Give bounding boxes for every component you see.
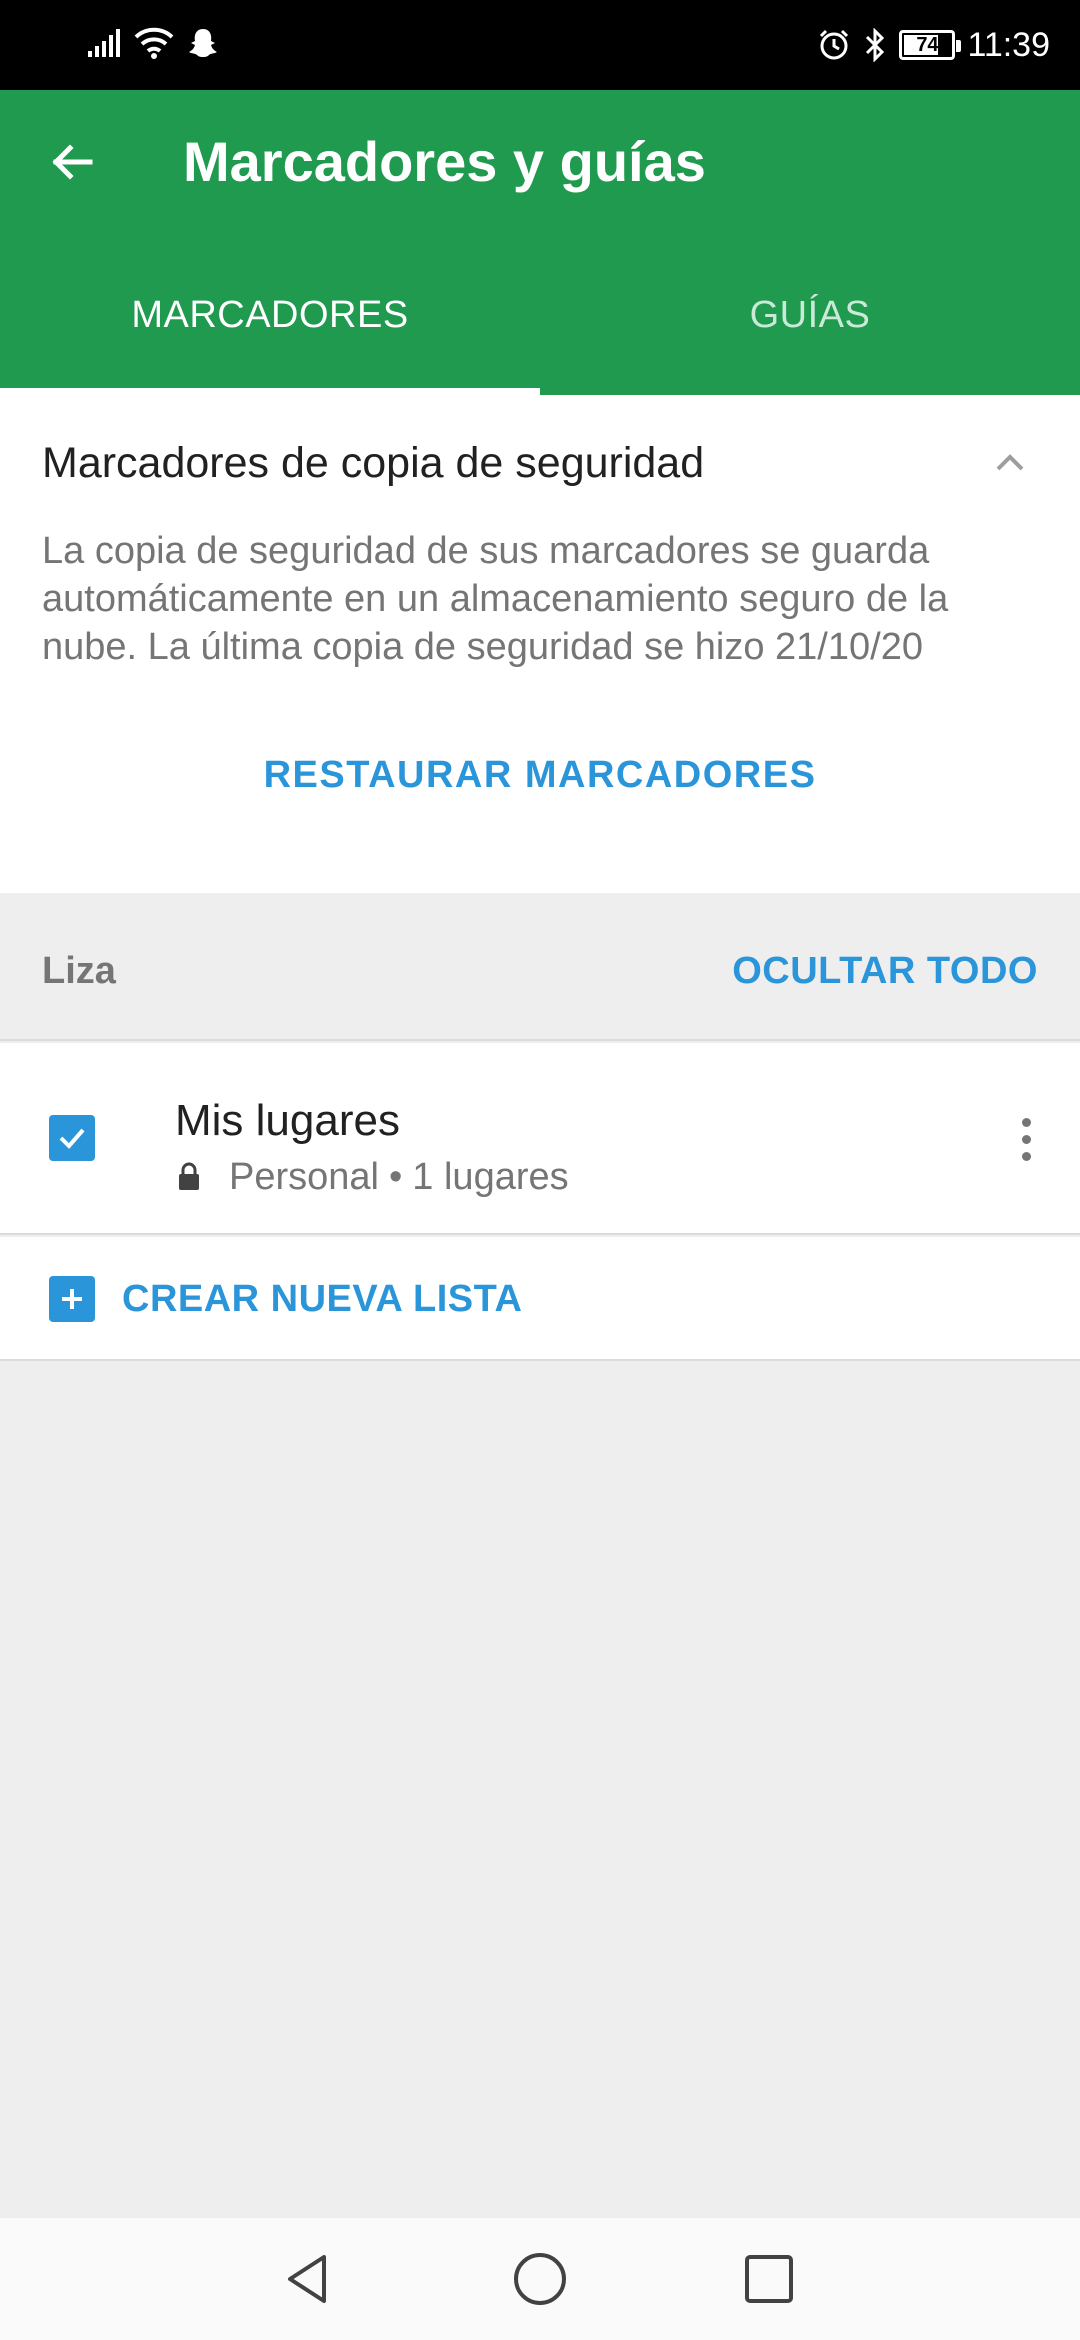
nav-back-button[interactable] xyxy=(275,2246,341,2312)
battery-icon: 74 xyxy=(899,30,962,60)
arrow-back-icon xyxy=(52,144,93,180)
collapse-button[interactable] xyxy=(990,443,1030,483)
more-options-button[interactable] xyxy=(996,1103,1056,1175)
nav-home-button[interactable] xyxy=(507,2246,573,2312)
restore-bookmarks-button[interactable]: RESTAURAR MARCADORES xyxy=(0,735,1080,815)
wifi-icon xyxy=(134,27,174,59)
list-count: 1 lugares xyxy=(412,1156,569,1198)
alarm-icon xyxy=(820,29,849,60)
backup-card: Marcadores de copia de seguridad La copi… xyxy=(0,395,1080,893)
tab-marcadores[interactable]: MARCADORES xyxy=(0,290,540,395)
bluetooth-icon xyxy=(866,28,885,62)
system-nav-bar xyxy=(0,2218,1080,2340)
status-time: 11:39 xyxy=(967,26,1050,64)
backup-description: La copia de seguridad de sus marcadores … xyxy=(42,530,949,668)
nav-home-icon xyxy=(514,2253,566,2305)
page-title: Marcadores y guías xyxy=(183,130,706,193)
snapchat-icon xyxy=(189,29,217,57)
plus-icon xyxy=(62,1289,82,1309)
list-item[interactable]: Mis lugares Personal • 1 lugares xyxy=(0,1043,1080,1235)
back-button[interactable] xyxy=(36,126,108,198)
status-left-icons xyxy=(86,26,220,60)
nav-recents-button[interactable] xyxy=(736,2246,802,2312)
list-subtitle: Personal • 1 lugares xyxy=(175,1153,569,1201)
lists-header: Liza OCULTAR TODO xyxy=(0,893,1080,1041)
add-icon xyxy=(49,1276,95,1322)
tab-indicator xyxy=(0,388,540,395)
create-list-label: CREAR NUEVA LISTA xyxy=(122,1278,523,1320)
nav-back-icon xyxy=(288,2255,326,2303)
list-visibility-checkbox[interactable] xyxy=(49,1115,95,1161)
list-title: Mis lugares xyxy=(175,1096,400,1145)
hide-all-button[interactable]: OCULTAR TODO xyxy=(732,947,1038,995)
nav-recents-icon xyxy=(745,2255,793,2303)
battery-level: 74 xyxy=(916,34,939,56)
tab-guias[interactable]: GUÍAS xyxy=(540,290,1080,395)
lock-icon xyxy=(179,1162,199,1190)
create-list-button[interactable]: CREAR NUEVA LISTA xyxy=(0,1237,1080,1361)
list-separator: • xyxy=(388,1156,403,1198)
status-right-icons: 74 11:39 xyxy=(817,22,1050,68)
more-vert-icon-dot xyxy=(1021,1134,1031,1144)
signal-icon xyxy=(88,29,120,57)
lists-header-label: Liza xyxy=(42,950,116,992)
backup-title: Marcadores de copia de seguridad xyxy=(42,439,705,487)
more-vert-icon xyxy=(1021,1117,1031,1127)
chevron-up-icon xyxy=(996,454,1024,471)
app-bar: Marcadores y guías MARCADORES GUÍAS xyxy=(0,90,1080,395)
status-bar: 74 11:39 xyxy=(0,0,1080,90)
more-vert-icon-dot xyxy=(1021,1151,1031,1161)
list-privacy: Personal xyxy=(229,1156,379,1198)
check-icon xyxy=(59,1128,85,1149)
